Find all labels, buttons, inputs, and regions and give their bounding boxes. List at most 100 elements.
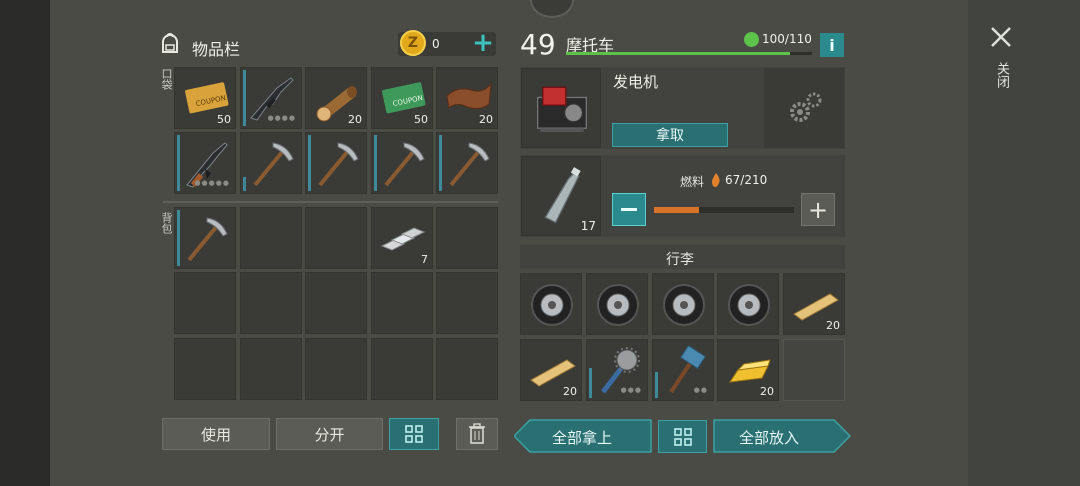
durability-bar xyxy=(308,135,311,191)
screen-edge-left xyxy=(0,0,50,486)
durability-dots: ●●●●● xyxy=(194,179,230,187)
vehicle-sort-grid-button[interactable] xyxy=(658,420,707,453)
water-bottle-icon xyxy=(544,167,581,224)
backpack-slot[interactable] xyxy=(240,272,302,334)
backpack-slot[interactable] xyxy=(305,207,367,269)
inventory-title: 物品栏 xyxy=(192,40,241,59)
backpack-slot[interactable] xyxy=(371,272,433,334)
durability-track xyxy=(566,52,812,55)
luggage-slot[interactable]: ●● xyxy=(652,339,714,401)
put-all-button[interactable]: 全部放入 xyxy=(713,419,851,453)
luggage-label: 行李 xyxy=(666,252,694,268)
pocket-label: 口袋 xyxy=(160,68,173,90)
take-all-button[interactable]: 全部拿上 xyxy=(514,419,652,453)
fuel-slot[interactable]: 17 xyxy=(521,156,601,236)
item-qty: 50 xyxy=(414,113,428,126)
pocket-slot[interactable]: 20 xyxy=(305,67,367,129)
pocket-slot[interactable] xyxy=(305,132,367,194)
tire-icon xyxy=(663,284,705,326)
pocket-slot[interactable] xyxy=(240,132,302,194)
durability-bar xyxy=(439,135,442,191)
fuel-flame-icon xyxy=(711,172,721,187)
fuel-increase-button[interactable]: + xyxy=(801,193,835,226)
pocket-slot[interactable] xyxy=(371,132,433,194)
close-label: 关闭 xyxy=(994,62,1009,88)
fuel-slider[interactable] xyxy=(654,207,794,213)
luggage-slot[interactable] xyxy=(783,339,845,401)
item-qty: 7 xyxy=(421,253,428,266)
item-qty: 20 xyxy=(826,319,840,332)
durability-dots: ●●●● xyxy=(267,114,296,122)
pocket-slot[interactable]: COUPON 50 xyxy=(371,67,433,129)
backpack-slot[interactable]: 7 xyxy=(371,207,433,269)
luggage-slot[interactable] xyxy=(717,273,779,335)
use-button[interactable]: 使用 xyxy=(162,418,270,450)
screen-edge-right xyxy=(968,0,1080,486)
take-button[interactable]: 拿取 xyxy=(612,123,728,147)
generator-upgrade-slot[interactable] xyxy=(764,68,844,148)
pocket-slot[interactable]: ●●●●● xyxy=(174,132,236,194)
generator-icon xyxy=(537,86,587,133)
durability-icon xyxy=(744,32,759,47)
vehicle-level: 49 xyxy=(520,28,556,61)
durability-dots: ●● xyxy=(693,386,708,394)
backpack-label: 背包 xyxy=(160,212,173,234)
luggage-slot[interactable] xyxy=(520,273,582,335)
pocket-slot[interactable] xyxy=(436,132,498,194)
coin-amount: 0 xyxy=(432,37,440,51)
backpack-icon xyxy=(158,32,182,54)
add-coins-button[interactable]: + xyxy=(472,30,494,56)
fuel-fill xyxy=(654,207,699,213)
backpack-slot[interactable] xyxy=(305,272,367,334)
luggage-slot[interactable] xyxy=(652,273,714,335)
pickaxe-icon xyxy=(187,217,228,262)
close-button[interactable]: 关闭 xyxy=(986,22,1016,102)
durability-bar xyxy=(243,70,246,126)
durability-dots: ●●● xyxy=(620,386,642,394)
take-all-label: 全部拿上 xyxy=(552,429,613,447)
backpack-slot[interactable] xyxy=(240,207,302,269)
durability-fill xyxy=(566,52,790,55)
pickaxe-icon xyxy=(318,142,359,187)
item-qty: 50 xyxy=(217,113,231,126)
fuel-label: 燃料 xyxy=(680,175,705,189)
pocket-slot[interactable]: ●●●● xyxy=(240,67,302,129)
item-qty: 20 xyxy=(563,385,577,398)
backpack-slot[interactable] xyxy=(436,338,498,400)
backpack-slot[interactable] xyxy=(436,272,498,334)
pocket-slot[interactable]: 20 xyxy=(436,67,498,129)
durability-bar xyxy=(374,135,377,191)
luggage-slot[interactable]: ●●● xyxy=(586,339,648,401)
backpack-slot[interactable] xyxy=(174,207,236,269)
luggage-slot[interactable] xyxy=(586,273,648,335)
fuel-decrease-button[interactable] xyxy=(612,193,646,226)
backpack-slot[interactable] xyxy=(174,338,236,400)
pocket-slot[interactable]: COUPON 50 xyxy=(174,67,236,129)
backpack-slot[interactable] xyxy=(305,338,367,400)
luggage-slot[interactable]: 20 xyxy=(717,339,779,401)
sort-grid-button[interactable] xyxy=(389,418,439,450)
durability-bar xyxy=(589,368,592,398)
pickaxe-icon xyxy=(253,142,294,187)
item-qty: 20 xyxy=(760,385,774,398)
split-button[interactable]: 分开 xyxy=(276,418,383,450)
generator-slot[interactable] xyxy=(521,68,601,148)
durability-text: 100/110 xyxy=(762,32,812,46)
luggage-slot[interactable]: 20 xyxy=(520,339,582,401)
backpack-slot[interactable] xyxy=(371,338,433,400)
item-qty: 17 xyxy=(580,219,596,233)
generator-name: 发电机 xyxy=(613,73,659,91)
pickaxe-icon xyxy=(384,142,425,187)
trash-icon xyxy=(469,423,485,444)
put-all-label: 全部放入 xyxy=(739,429,800,447)
backpack-slot[interactable] xyxy=(174,272,236,334)
durability-bar xyxy=(655,372,658,398)
minus-icon xyxy=(621,208,637,211)
tire-icon xyxy=(531,284,573,326)
info-button[interactable]: i xyxy=(820,33,844,57)
trash-button[interactable] xyxy=(456,418,498,450)
backpack-slot[interactable] xyxy=(240,338,302,400)
tire-icon xyxy=(597,284,639,326)
luggage-slot[interactable]: 20 xyxy=(783,273,845,335)
backpack-slot[interactable] xyxy=(436,207,498,269)
